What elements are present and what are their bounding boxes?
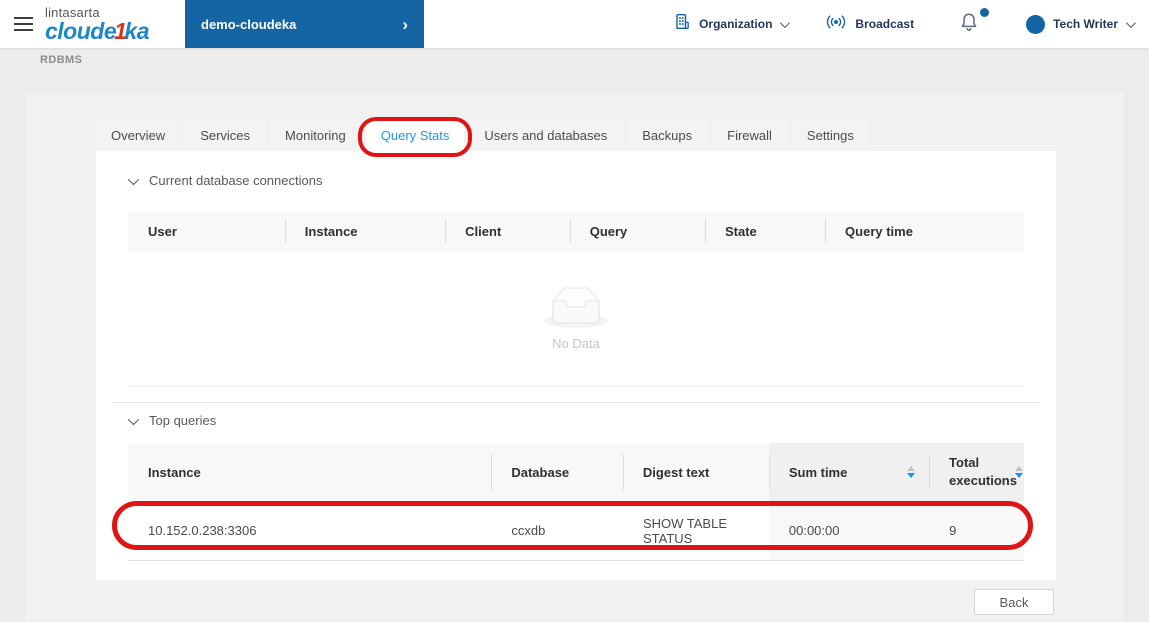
- sort-caret-up-icon: [1015, 466, 1023, 471]
- tab-query-stats[interactable]: Query Stats: [366, 120, 465, 151]
- back-button[interactable]: Back: [974, 589, 1054, 615]
- notification-badge-dot: [980, 8, 989, 17]
- column-header-digest-text: Digest text: [623, 443, 769, 501]
- collapse-chevron-icon: [128, 413, 139, 424]
- rdbms-tab-bar: Overview Services Monitoring Query Stats…: [96, 120, 869, 151]
- column-header-client: Client: [445, 211, 570, 251]
- organization-label: Organization: [699, 17, 772, 31]
- rdbms-detail-card: Overview Services Monitoring Query Stats…: [25, 92, 1124, 622]
- broadcast-button[interactable]: Broadcast: [825, 14, 914, 35]
- collapse-chevron-icon: [128, 173, 139, 184]
- column-header-query: Query: [570, 211, 705, 251]
- chevron-down-icon: [780, 18, 790, 28]
- cell-instance: 10.152.0.238:3306: [128, 501, 491, 560]
- project-name: demo-cloudeka: [201, 17, 296, 32]
- user-name: Tech Writer: [1053, 17, 1118, 31]
- cell-digest-text: SHOW TABLE STATUS: [623, 501, 769, 560]
- broadcast-icon: [825, 14, 847, 35]
- user-menu[interactable]: Tech Writer: [1026, 15, 1133, 34]
- empty-state: No Data: [128, 251, 1024, 387]
- sort-caret-down-icon: [1015, 473, 1023, 478]
- column-header-instance: Instance: [128, 443, 491, 501]
- column-header-user: User: [128, 211, 285, 251]
- hamburger-menu-icon[interactable]: [14, 13, 33, 35]
- tab-monitoring[interactable]: Monitoring: [270, 120, 361, 151]
- connections-table-header: User Instance Client Query State Query t…: [128, 211, 1024, 251]
- column-header-state: State: [705, 211, 825, 251]
- cell-database: ccxdb: [491, 501, 623, 560]
- chevron-right-icon: ›: [402, 16, 408, 33]
- top-queries-section-header[interactable]: Top queries: [128, 413, 216, 428]
- organization-icon: [674, 13, 691, 35]
- connections-table: User Instance Client Query State Query t…: [128, 211, 1024, 387]
- total-executions-sorter[interactable]: [1015, 466, 1029, 478]
- sort-caret-down-icon: [907, 473, 915, 478]
- column-header-total-executions[interactable]: Total executions: [929, 443, 1024, 501]
- query-stats-panel: Current database connections User Instan…: [96, 151, 1056, 580]
- sum-time-sorter[interactable]: [907, 466, 921, 478]
- column-header-sum-time[interactable]: Sum time: [769, 443, 929, 501]
- chevron-down-icon: [1126, 18, 1136, 28]
- top-navigation-bar: lintasarta cloude1ka demo-cloudeka › Org…: [0, 0, 1149, 48]
- tab-services[interactable]: Services: [185, 120, 265, 151]
- cloudeka-wordmark: cloude1ka: [45, 20, 149, 43]
- cell-total-executions: 9: [929, 501, 1024, 560]
- tab-backups[interactable]: Backups: [627, 120, 707, 151]
- top-queries-section-title: Top queries: [149, 413, 216, 428]
- connections-section-header[interactable]: Current database connections: [128, 173, 322, 188]
- project-selector[interactable]: demo-cloudeka ›: [185, 0, 424, 48]
- table-row[interactable]: 10.152.0.238:3306 ccxdb SHOW TABLE STATU…: [128, 501, 1024, 561]
- rdbms-query-stats-page: lintasarta cloude1ka demo-cloudeka › Org…: [0, 0, 1149, 622]
- column-header-instance: Instance: [285, 211, 445, 251]
- empty-box-icon: [544, 287, 608, 328]
- bell-icon: [960, 12, 978, 32]
- connections-section-title: Current database connections: [149, 173, 322, 188]
- tab-users-and-databases[interactable]: Users and databases: [469, 120, 622, 151]
- cloudeka-logo[interactable]: lintasarta cloude1ka: [45, 6, 149, 43]
- broadcast-label: Broadcast: [855, 17, 914, 31]
- tab-firewall[interactable]: Firewall: [712, 120, 787, 151]
- top-queries-table: Instance Database Digest text Sum time T…: [128, 443, 1024, 561]
- notifications-button[interactable]: [960, 12, 978, 37]
- column-header-database: Database: [491, 443, 623, 501]
- empty-state-text: No Data: [552, 336, 600, 351]
- top-queries-table-header: Instance Database Digest text Sum time T…: [128, 443, 1024, 501]
- sort-caret-up-icon: [907, 466, 915, 471]
- cell-sum-time: 00:00:00: [769, 501, 929, 560]
- column-header-query-time: Query time: [825, 211, 1024, 251]
- organization-dropdown[interactable]: Organization: [674, 13, 787, 35]
- tab-settings[interactable]: Settings: [792, 120, 869, 151]
- breadcrumb: RDBMS: [40, 54, 82, 66]
- tab-overview[interactable]: Overview: [96, 120, 180, 151]
- user-avatar: [1026, 15, 1045, 34]
- section-divider: [112, 402, 1040, 403]
